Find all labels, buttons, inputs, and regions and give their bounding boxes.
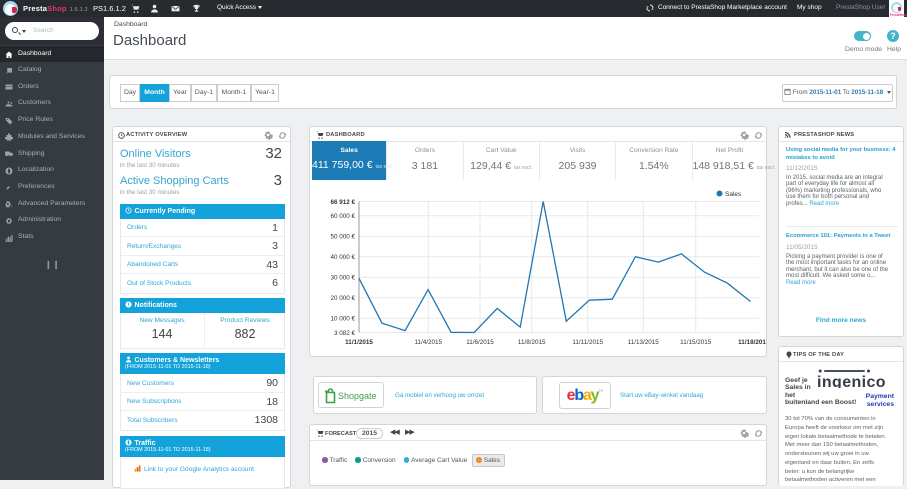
svg-text:66 912 €: 66 912 € (330, 199, 355, 206)
svg-text:40 000 €: 40 000 € (330, 254, 355, 261)
svg-text:30 000 €: 30 000 € (330, 274, 355, 281)
svg-text:10 000 €: 10 000 € (330, 315, 355, 322)
svg-text:60 000 €: 60 000 € (330, 213, 355, 220)
svg-text:11/6/2015: 11/6/2015 (466, 339, 494, 346)
svg-text:11/18/201: 11/18/201 (738, 339, 766, 346)
svg-text:11/4/2015: 11/4/2015 (415, 339, 443, 346)
svg-text:11/15/2015: 11/15/2015 (680, 339, 712, 346)
svg-text:50 000 €: 50 000 € (330, 233, 355, 240)
svg-text:11/13/2015: 11/13/2015 (628, 339, 660, 346)
svg-text:11/11/2015: 11/11/2015 (572, 339, 603, 346)
svg-text:11/1/2015: 11/1/2015 (345, 339, 373, 346)
svg-text:20 000 €: 20 000 € (330, 295, 355, 302)
svg-text:Sales: Sales (725, 191, 742, 198)
svg-text:3 082 €: 3 082 € (334, 330, 356, 337)
svg-text:11/8/2015: 11/8/2015 (518, 339, 546, 346)
